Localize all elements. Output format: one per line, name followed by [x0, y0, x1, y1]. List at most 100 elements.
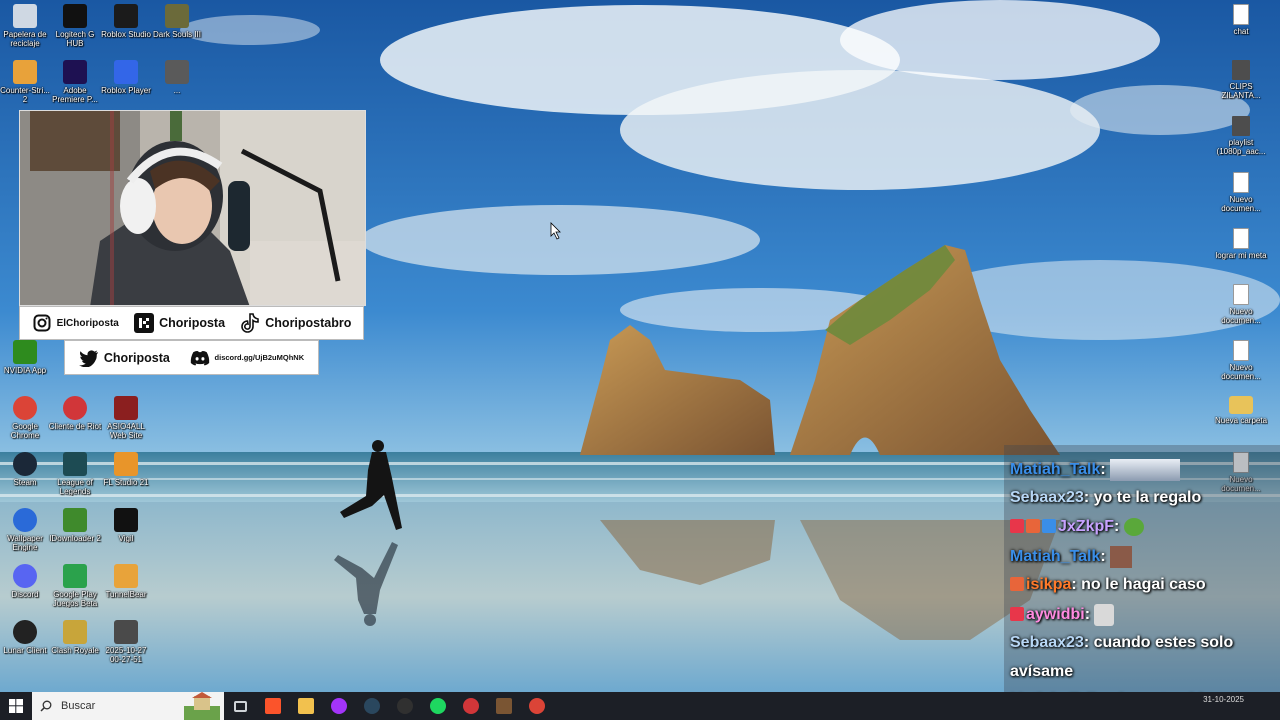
desktop-icon[interactable]: Counter-Stri... 2	[0, 60, 52, 104]
desktop-icon[interactable]: Roblox Studio	[99, 4, 153, 39]
desktop-icon-label: Counter-Stri... 2	[0, 86, 50, 104]
desktop-icon[interactable]: NVIDIA App	[0, 340, 52, 375]
asio4all-icon	[114, 396, 138, 420]
start-button[interactable]	[0, 692, 32, 720]
desktop-icon-label: Roblox Player	[101, 86, 151, 95]
desktop-icon[interactable]: CLIPS ZILANTA...	[1214, 60, 1268, 100]
webcam-overlay	[19, 110, 366, 306]
chat-badge-icon	[1010, 607, 1024, 622]
desktop-icon[interactable]: Google Chrome	[0, 396, 52, 440]
desktop-icon-label: League of Legends	[57, 478, 93, 496]
desktop-icon[interactable]: Google Play Juegos Beta	[48, 564, 102, 608]
discord-icon	[190, 348, 210, 368]
google-play-games-icon	[63, 564, 87, 588]
desktop-icon[interactable]: Nuevo documen...	[1214, 172, 1268, 213]
search-placeholder: Buscar	[61, 700, 96, 712]
taskbar-brave-icon[interactable]	[263, 696, 283, 716]
taskbar-minecraft-icon[interactable]	[494, 696, 514, 716]
taskbar-file-explorer-icon[interactable]	[296, 696, 316, 716]
taskbar-riot-client-icon[interactable]	[461, 696, 481, 716]
premiere-icon	[63, 60, 87, 84]
desktop-icon[interactable]: TunnelBear	[99, 564, 153, 599]
desktop-icon[interactable]: Nuevo documen...	[1214, 340, 1268, 381]
desktop-icon[interactable]: Discord	[0, 564, 52, 599]
desktop-icon[interactable]: Papelera de reciclaje	[0, 4, 52, 48]
taskbar-messenger-icon[interactable]	[329, 696, 349, 716]
chat-username: isikpa	[1026, 576, 1072, 593]
chat-username: Sebaax23	[1010, 489, 1084, 506]
desktop-icon-label: ...	[173, 86, 181, 95]
document-icon	[1233, 172, 1249, 193]
desktop-icon-label: Steam	[13, 478, 37, 487]
desktop-icon[interactable]: IDownloader 2	[48, 508, 102, 543]
desktop-icon[interactable]: Nueva carpeta	[1214, 396, 1268, 425]
steam-icon	[13, 452, 37, 476]
desktop-icon[interactable]: Logitech G HUB	[48, 4, 102, 48]
chat-username: Matiah_Talk	[1010, 548, 1101, 566]
stream-chat-overlay: Matiah_Talk: Sebaax23: yo te la regalo Jx…	[1004, 445, 1280, 692]
taskbar-chrome-icon[interactable]	[527, 696, 547, 716]
chat-text: avísame	[1010, 663, 1074, 680]
discord-invite: discord.gg/UjB2uMQhNK	[214, 353, 305, 362]
desktop-icon[interactable]: playlist (1080p_aac...	[1214, 116, 1268, 156]
chat-message: aywidbi:	[1010, 604, 1115, 626]
clash-royale-icon	[63, 620, 87, 644]
desktop-icon-label: Papelera de reciclaje	[3, 30, 47, 48]
desktop-icon[interactable]: Adobe Premiere P...	[48, 60, 102, 104]
taskbar-obs-icon[interactable]	[395, 696, 415, 716]
chat-separator: :	[1084, 606, 1095, 624]
desktop-icon[interactable]: Cliente de Riot	[48, 396, 102, 431]
chat-text: no le hagai caso	[1081, 576, 1206, 593]
desktop-icon[interactable]: Lunar Client	[0, 620, 52, 655]
taskbar-task-view-icon[interactable]	[230, 696, 250, 716]
taskbar-steam-icon[interactable]	[362, 696, 382, 716]
taskbar-search-box[interactable]: Buscar	[32, 692, 224, 720]
chat-message: isikpa: no le hagai caso	[1010, 575, 1206, 595]
desktop-icon[interactable]: ASIO4ALL Web Site	[99, 396, 153, 440]
search-icon	[40, 700, 52, 712]
video-file-icon	[114, 620, 138, 644]
desktop-icon-label: Wallpaper Engine	[7, 534, 43, 552]
recycle-bin-icon	[13, 4, 37, 28]
vigil-icon	[114, 508, 138, 532]
desktop-icon[interactable]: FL Studio 21	[99, 452, 153, 487]
tray-clock[interactable]: 31-10-2025	[1203, 695, 1244, 705]
desktop-icon[interactable]: Wallpaper Engine	[0, 508, 52, 552]
messenger-icon	[331, 698, 347, 714]
desktop-icon[interactable]: Nuevo documen...	[1214, 284, 1268, 325]
desktop-icon[interactable]: League of Legends	[48, 452, 102, 496]
discord-link: discord.gg/UjB2uMQhNK	[190, 348, 305, 368]
desktop-icon-label: FL Studio 21	[103, 478, 149, 487]
chat-message: Sebaax23: cuando estes solo	[1010, 633, 1233, 653]
taskbar-spotify-icon[interactable]	[428, 696, 448, 716]
desktop-icon-label: chat	[1233, 27, 1249, 36]
desktop-icon-label: TunnelBear	[105, 590, 147, 599]
desktop-icon-label: Nuevo documen...	[1221, 307, 1261, 325]
desktop-icon-label: Nuevo documen...	[1221, 363, 1261, 381]
social-links-bar-bottom: Choriposta discord.gg/UjB2uMQhNK	[64, 340, 319, 375]
chat-badge-icon	[1010, 519, 1024, 533]
task-view-icon	[233, 700, 247, 712]
spotify-icon	[430, 698, 446, 714]
desktop-icon[interactable]: Dark Souls III	[150, 4, 204, 39]
desktop-icon[interactable]: Vigil	[99, 508, 153, 543]
chat-emote-person-icon	[1094, 604, 1115, 626]
chat-username: Sebaax23	[1010, 634, 1084, 651]
chat-badge-icon	[1026, 519, 1040, 533]
desktop-icon-label: Nueva carpeta	[1214, 416, 1268, 425]
desktop-icon[interactable]: lograr mi meta	[1214, 228, 1268, 260]
idownloader-icon	[63, 508, 87, 532]
desktop-icon[interactable]: Roblox Player	[99, 60, 153, 95]
kick-link: Choriposta	[134, 313, 225, 333]
desktop-icon[interactable]: Steam	[0, 452, 52, 487]
desktop-icon-label: Logitech G HUB	[55, 30, 95, 48]
desktop-icon-label: lograr mi meta	[1215, 251, 1267, 260]
kick-handle: Choriposta	[159, 316, 226, 330]
chat-emote-face-icon	[1110, 546, 1133, 568]
steam-icon	[364, 698, 380, 714]
desktop-icon-label: Nuevo documen...	[1221, 195, 1261, 213]
desktop-icon[interactable]: chat	[1214, 4, 1268, 36]
desktop-icon[interactable]: ...	[150, 60, 204, 95]
desktop-icon[interactable]: 2025-10-27 00-27-51	[99, 620, 153, 664]
desktop-icon[interactable]: Clash Royale	[48, 620, 102, 655]
